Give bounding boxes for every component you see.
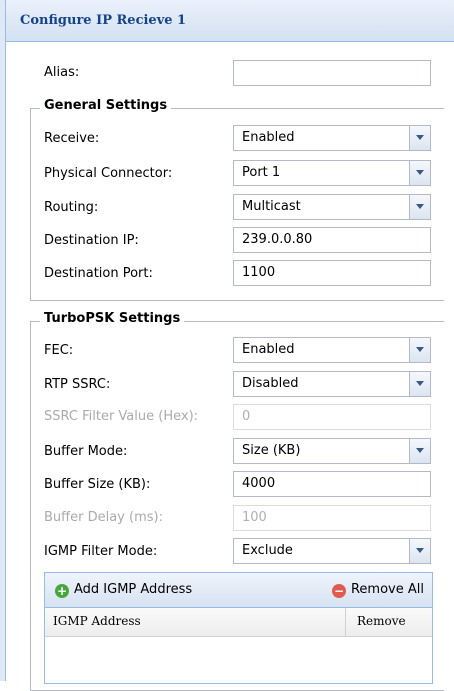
igmp-address-grid: + Add IGMP Address − Remove All IGMP Addre… (44, 572, 433, 684)
destination-port-input[interactable]: 1100 (233, 260, 431, 286)
chevron-down-icon[interactable] (409, 539, 430, 563)
turbopsk-settings-legend: TurboPSK Settings (40, 311, 185, 326)
window-title: Configure IP Recieve 1 (20, 13, 187, 28)
fec-value: Enabled (242, 342, 295, 357)
destination-ip-input[interactable]: 239.0.0.80 (233, 227, 431, 253)
add-igmp-address-label: Add IGMP Address (74, 582, 193, 597)
window-title-bar: Configure IP Recieve 1 (6, 0, 454, 42)
minus-circle-icon: − (331, 584, 346, 598)
igmp-grid-toolbar: + Add IGMP Address − Remove All (45, 573, 432, 608)
alias-input[interactable] (233, 60, 431, 86)
chevron-down-icon[interactable] (409, 161, 430, 185)
igmp-filter-mode-value: Exclude (242, 543, 293, 558)
rtp-ssrc-select[interactable]: Disabled (233, 371, 431, 397)
routing-select[interactable]: Multicast (233, 194, 431, 220)
window-left-border (0, 0, 6, 681)
chevron-down-icon[interactable] (409, 195, 430, 219)
ssrc-filter-label: SSRC Filter Value (Hex): (44, 409, 199, 424)
add-igmp-address-button[interactable]: + Add IGMP Address (55, 582, 192, 598)
buffer-mode-select[interactable]: Size (KB) (233, 438, 431, 464)
remove-all-button[interactable]: − Remove All (331, 582, 424, 598)
destination-port-label: Destination Port: (44, 266, 153, 281)
receive-value: Enabled (242, 130, 295, 145)
chevron-down-icon[interactable] (409, 372, 430, 396)
routing-label: Routing: (44, 200, 99, 215)
buffer-size-label: Buffer Size (KB): (44, 477, 151, 492)
igmp-grid-header: IGMP Address Remove (45, 608, 432, 637)
physical-connector-select[interactable]: Port 1 (233, 160, 431, 186)
igmp-filter-mode-label: IGMP Filter Mode: (44, 544, 158, 559)
fec-label: FEC: (44, 343, 74, 358)
buffer-delay-input: 100 (233, 505, 431, 531)
fec-select[interactable]: Enabled (233, 337, 431, 363)
chevron-down-icon[interactable] (409, 439, 430, 463)
alias-label: Alias: (44, 65, 80, 80)
column-header-remove[interactable]: Remove (357, 614, 406, 628)
buffer-mode-label: Buffer Mode: (44, 444, 128, 459)
ssrc-filter-input: 0 (233, 404, 431, 430)
column-header-igmp-address[interactable]: IGMP Address (53, 614, 141, 628)
buffer-delay-label: Buffer Delay (ms): (44, 510, 163, 525)
remove-all-label: Remove All (350, 582, 424, 597)
plus-circle-icon: + (55, 584, 69, 598)
receive-select[interactable]: Enabled (233, 125, 431, 151)
chevron-down-icon[interactable] (409, 338, 430, 362)
general-settings-legend: General Settings (40, 98, 172, 113)
buffer-size-input[interactable]: 4000 (233, 471, 431, 497)
column-divider (345, 608, 346, 636)
rtp-ssrc-label: RTP SSRC: (44, 377, 111, 392)
destination-ip-label: Destination IP: (44, 233, 139, 248)
physical-connector-label: Physical Connector: (44, 166, 173, 181)
routing-value: Multicast (242, 199, 301, 214)
rtp-ssrc-value: Disabled (242, 376, 299, 391)
igmp-filter-mode-select[interactable]: Exclude (233, 538, 431, 564)
receive-label: Receive: (44, 131, 100, 146)
buffer-mode-value: Size (KB) (242, 443, 301, 458)
physical-connector-value: Port 1 (242, 165, 281, 180)
chevron-down-icon[interactable] (409, 126, 430, 150)
